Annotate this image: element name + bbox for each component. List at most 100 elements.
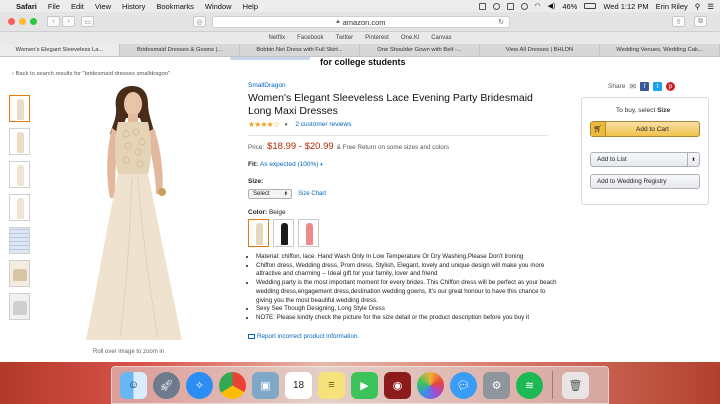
status-app-icon-3[interactable] — [506, 2, 514, 10]
spotlight-icon[interactable]: ⚲ — [695, 2, 701, 11]
menu-edit[interactable]: Edit — [71, 2, 84, 11]
share-button[interactable]: ⇪ — [672, 16, 685, 27]
swatch-coral[interactable] — [298, 219, 319, 247]
menu-bookmarks[interactable]: Bookmarks — [156, 2, 194, 11]
bullet-item: NOTE: Please kindly check the picture fo… — [256, 314, 558, 323]
back-button[interactable]: ‹ — [47, 16, 60, 27]
launchpad-icon[interactable]: 🚀︎ — [153, 371, 180, 399]
thumbnail-1[interactable] — [9, 95, 30, 122]
size-chart-link[interactable]: Size Chart — [298, 191, 326, 197]
safari-icon[interactable]: ✧ — [186, 371, 213, 399]
thumbnail-4[interactable] — [9, 194, 30, 221]
reload-icon[interactable]: ↻ — [498, 18, 504, 26]
zoom-window-icon[interactable] — [30, 18, 37, 25]
speech-bubble-icon — [248, 333, 255, 339]
address-bar[interactable]: 🔒︎ amazon.com ↻ — [212, 16, 510, 28]
buy-instruction: To buy, select Size — [616, 107, 670, 114]
status-app-icon[interactable] — [478, 2, 486, 10]
thumbnail-6[interactable] — [9, 260, 30, 287]
battery-icon[interactable] — [584, 3, 597, 9]
fit-value-link[interactable]: As expected (100%) — [260, 161, 319, 168]
spotify-icon[interactable]: ≋ — [516, 371, 543, 399]
brand-link[interactable]: SmallDragon — [248, 82, 568, 89]
lock-icon: 🔒︎ — [336, 18, 340, 25]
favorite-canvas[interactable]: Canvas — [431, 35, 451, 41]
tab-one-shoulder-gown[interactable]: One Shoulder Gown with Belt -... — [360, 44, 480, 56]
tab-womens-dress[interactable]: Women's Elegant Sleeveless La... — [0, 44, 120, 56]
photo-booth-icon[interactable]: ◉ — [384, 371, 411, 399]
favorite-onekl[interactable]: One.Kl — [401, 35, 419, 41]
thumbnail-5[interactable] — [9, 227, 30, 254]
menu-file[interactable]: File — [48, 2, 60, 11]
tab-bobbin-net-dress[interactable]: Bobbin Net Dress with Full Skirt... — [240, 44, 360, 56]
price-note[interactable]: & Free Return on some sizes and colors — [337, 144, 449, 151]
notes-icon[interactable]: ≡ — [318, 371, 345, 399]
menu-app-safari[interactable]: Safari — [16, 2, 37, 11]
photos-icon[interactable] — [417, 371, 444, 399]
sidebar-button[interactable]: ▭ — [81, 16, 94, 27]
preview-icon[interactable]: ▣ — [252, 371, 279, 399]
tabs-overview-button[interactable]: ⧉ — [694, 16, 707, 27]
chrome-icon[interactable] — [219, 371, 246, 399]
size-row: Select ⬍ Size Chart — [248, 189, 568, 199]
main-product-image[interactable] — [40, 82, 230, 344]
fit-chevron-icon[interactable]: ▾ — [320, 162, 323, 168]
tab-bridesmaid-dresses[interactable]: Bridesmaid Dresses & Gowns |... — [120, 44, 240, 56]
swatch-beige[interactable] — [248, 219, 269, 247]
menubar-status: ◠ ◀) 46% Wed 1:12 PM Erin Riley ⚲ ☰ — [478, 2, 714, 11]
add-to-registry-button[interactable]: Add to Wedding Registry — [590, 174, 700, 189]
swatch-black[interactable] — [273, 219, 294, 247]
battery-percent[interactable]: 46% — [562, 2, 577, 11]
calendar-icon[interactable]: 18 — [285, 371, 312, 399]
minimize-window-icon[interactable] — [19, 18, 26, 25]
pinterest-icon[interactable]: p — [666, 82, 676, 91]
thumbnail-2[interactable] — [9, 128, 30, 155]
rating-chevron-icon[interactable]: ▾ — [285, 122, 288, 128]
thumbnail-3[interactable] — [9, 161, 30, 188]
status-app-icon-4[interactable] — [520, 2, 528, 10]
menubar-clock[interactable]: Wed 1:12 PM — [603, 2, 648, 11]
star-rating[interactable]: ★★★★☆ — [248, 120, 280, 129]
menu-view[interactable]: View — [95, 2, 111, 11]
trash-icon[interactable]: 🗑︎ — [562, 371, 589, 399]
back-to-results-link[interactable]: ‹ Back to search results for "bridesmaid… — [12, 71, 170, 77]
thumbnail-7[interactable] — [9, 293, 30, 320]
status-app-icon-2[interactable] — [492, 2, 500, 10]
close-window-icon[interactable] — [8, 18, 15, 25]
favorite-pinterest[interactable]: Pinterest — [365, 35, 389, 41]
facetime-icon[interactable]: ▶ — [351, 371, 378, 399]
volume-icon[interactable]: ◀) — [548, 2, 556, 10]
forward-button[interactable]: › — [62, 16, 75, 27]
top-sites-button[interactable]: ◎ — [193, 16, 206, 27]
favorite-netflix[interactable]: Netflix — [268, 35, 285, 41]
menu-history[interactable]: History — [122, 2, 145, 11]
tab-wedding-venues[interactable]: Wedding Venues, Wedding Cak... — [600, 44, 720, 56]
reviews-link[interactable]: 2 customer reviews — [295, 121, 351, 128]
notification-center-icon[interactable]: ☰ — [707, 2, 714, 11]
cart-icon: 🛒︎ — [591, 122, 606, 136]
tab-bhldn-dresses[interactable]: View All Dresses | BHLDN — [480, 44, 600, 56]
report-link[interactable]: Report incorrect product information. — [248, 333, 568, 340]
add-to-list-button[interactable]: Add to List ⬍ — [590, 152, 700, 167]
color-value: Beige — [268, 209, 286, 216]
messages-icon[interactable]: 💬︎ — [450, 371, 477, 399]
email-icon[interactable]: ✉ — [629, 82, 636, 91]
bullet-item: Sexy See Though Designing, Long Style Dr… — [256, 305, 558, 314]
add-to-cart-button[interactable]: 🛒︎ Add to Cart — [590, 121, 700, 137]
list-dropdown-icon[interactable]: ⬍ — [687, 153, 699, 166]
bullet-item: Material: chiffon, lace. Hand Wash Only … — [256, 253, 558, 262]
header-banner-text: for college students — [320, 57, 406, 67]
menubar-user[interactable]: Erin Riley — [656, 2, 688, 11]
system-preferences-icon[interactable]: ⚙ — [483, 371, 510, 399]
finder-icon[interactable]: ☺ — [120, 371, 147, 399]
size-select[interactable]: Select ⬍ — [248, 189, 292, 199]
menu-help[interactable]: Help — [243, 2, 258, 11]
menu-window[interactable]: Window — [205, 2, 232, 11]
wifi-icon[interactable]: ◠ — [535, 2, 541, 10]
favorite-twitter[interactable]: Twitter — [335, 35, 353, 41]
rating-row: ★★★★☆ ▾ 2 customer reviews — [248, 120, 568, 129]
facebook-icon[interactable]: f — [640, 82, 650, 91]
buy-instruction-text: To buy, select — [616, 107, 656, 114]
favorite-facebook[interactable]: Facebook — [297, 35, 323, 41]
twitter-icon[interactable]: t — [653, 82, 663, 91]
